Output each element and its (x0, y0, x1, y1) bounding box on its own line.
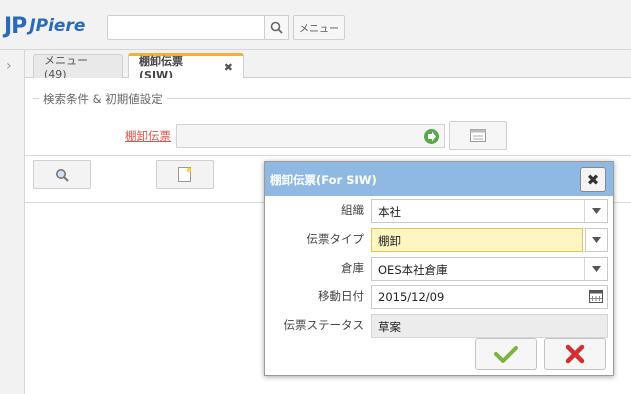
search-records-button[interactable] (33, 160, 91, 189)
movement-date-field[interactable]: 2015/12/09 (371, 285, 608, 309)
new-record-icon (178, 167, 192, 182)
doctype-select[interactable]: 棚卸 (371, 228, 583, 252)
org-value: 本社 (378, 205, 401, 219)
tab-menu[interactable]: メニュー (49) (33, 54, 123, 81)
dropdown-arrow-icon[interactable] (584, 200, 607, 222)
divider (25, 155, 631, 156)
form-icon (470, 129, 486, 142)
top-bar: JP JPiere メニュー (0, 0, 631, 50)
checkmark-icon (494, 346, 518, 363)
movement-date-label: 移動日付 (318, 289, 364, 303)
tab-bar: メニュー (49) 棚卸伝票(SIW) ✖ (25, 50, 631, 82)
ok-button[interactable] (475, 338, 537, 370)
logo-mark: JP (4, 13, 27, 39)
go-arrow-icon[interactable] (423, 128, 440, 145)
org-select[interactable]: 本社 (371, 199, 608, 223)
search-criteria-legend: 検索条件 & 初期値設定 (39, 91, 167, 107)
dropdown-arrow-icon[interactable] (585, 228, 608, 252)
warehouse-value: OES本社倉庫 (378, 263, 448, 277)
movement-date-value: 2015/12/09 (378, 290, 445, 304)
warehouse-label: 倉庫 (341, 261, 364, 275)
chevron-right-icon[interactable]: › (6, 58, 12, 74)
cancel-button[interactable] (544, 338, 606, 370)
search-icon (270, 21, 283, 34)
dialog-close-button[interactable]: ✖ (580, 167, 606, 192)
close-icon[interactable]: ✖ (224, 61, 233, 74)
doc-status-field: 草案 (371, 314, 608, 338)
doc-label-link[interactable]: 棚卸伝票 (125, 128, 171, 144)
dialog-header: 棚卸伝票(For SIW) ✖ (265, 162, 613, 196)
tab-physical-inventory[interactable]: 棚卸伝票(SIW) ✖ (128, 53, 244, 82)
doc-status-label: 伝票ステータス (283, 318, 365, 332)
new-record-button[interactable] (156, 160, 214, 189)
org-label: 組織 (341, 203, 364, 217)
global-search-input[interactable] (107, 15, 265, 40)
physical-inventory-dialog: 棚卸伝票(For SIW) ✖ 組織 本社 伝票タイプ 棚卸 倉庫 OES本社倉… (264, 161, 614, 376)
logo-text: JPiere (29, 16, 86, 36)
app-logo: JP JPiere (4, 13, 86, 39)
dialog-title: 棚卸伝票(For SIW) (270, 173, 377, 187)
tab-menu-label: メニュー (49) (44, 54, 88, 81)
warehouse-select[interactable]: OES本社倉庫 (371, 257, 608, 281)
doc-status-value: 草案 (378, 320, 401, 334)
doc-lookup-button[interactable] (449, 121, 507, 150)
close-icon: ✖ (586, 170, 600, 189)
search-icon (56, 168, 69, 182)
doctype-label: 伝票タイプ (306, 232, 365, 246)
dropdown-arrow-icon[interactable] (584, 258, 607, 280)
doctype-value: 棚卸 (378, 234, 401, 248)
doc-search-field[interactable] (176, 124, 445, 148)
menu-button[interactable]: メニュー (293, 15, 345, 40)
cancel-x-icon (565, 344, 585, 364)
sidebar-collapsed: › (0, 50, 25, 394)
search-button[interactable] (264, 15, 289, 40)
calendar-icon[interactable] (589, 289, 603, 303)
